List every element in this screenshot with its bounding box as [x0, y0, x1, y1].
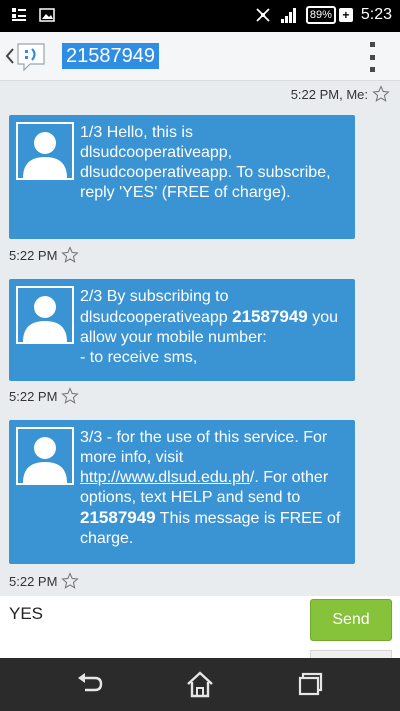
back-icon[interactable]	[75, 670, 105, 698]
notification-icon	[10, 6, 28, 24]
outgoing-meta: 5:22 PM, Me:	[291, 85, 390, 103]
message-time: 5:22 PM	[9, 388, 58, 404]
message-input[interactable]: YES	[9, 604, 43, 624]
message-meta: 5:22 PM	[9, 387, 80, 405]
phone-number[interactable]: 21587949	[232, 307, 308, 326]
battery-icon: 89% +	[305, 6, 353, 24]
status-bar: 89% + 5:23	[0, 0, 400, 32]
star-icon[interactable]	[61, 246, 80, 264]
star-icon[interactable]	[372, 85, 390, 103]
message-link[interactable]: http://www.dlsud.edu.ph	[80, 469, 250, 486]
star-icon[interactable]	[61, 572, 80, 590]
image-icon	[38, 6, 56, 24]
messaging-app-icon[interactable]	[12, 40, 48, 72]
message-text-part: 3/3 - for the use of this service. For m…	[80, 429, 328, 466]
outgoing-meta-text: 5:22 PM, Me:	[290, 86, 368, 102]
phone-number[interactable]: 21587949	[80, 508, 156, 527]
send-button[interactable]: Send	[310, 599, 392, 641]
recent-apps-icon[interactable]	[297, 670, 327, 698]
message-list[interactable]: 5:22 PM, Me: 1/3 Hello, this is dlsudcoo…	[0, 81, 400, 596]
message-text-part: 2/3 By subscribing to dlsudcooperativeap…	[80, 288, 233, 326]
navigation-bar	[0, 658, 400, 711]
compose-area: YES Send	[0, 596, 400, 659]
message-time: 5:22 PM	[9, 247, 58, 263]
contact-silhouette-icon	[23, 437, 67, 483]
message-text: 3/3 - for the use of this service. For m…	[80, 428, 345, 549]
contact-silhouette-icon	[23, 296, 67, 342]
avatar	[16, 286, 74, 344]
star-icon[interactable]	[61, 387, 80, 405]
message-text: 1/3 Hello, this is dlsudcooperativeapp, …	[80, 124, 331, 201]
message-bubble[interactable]: 3/3 - for the use of this service. For m…	[9, 420, 355, 564]
contact-silhouette-icon	[23, 132, 67, 178]
message-meta: 5:22 PM	[9, 572, 80, 590]
avatar	[16, 122, 74, 180]
status-time: 5:23	[360, 6, 392, 23]
message-bubble[interactable]: 2/3 By subscribing to dlsudcooperativeap…	[9, 279, 355, 381]
message-meta: 5:22 PM	[9, 246, 80, 264]
battery-percent: 89%	[305, 6, 336, 24]
message-text: 2/3 By subscribing to dlsudcooperativeap…	[80, 287, 345, 368]
avatar	[16, 427, 74, 485]
message-bubble[interactable]: 1/3 Hello, this is dlsudcooperativeapp, …	[9, 115, 355, 239]
message-time: 5:22 PM	[9, 573, 58, 589]
silent-icon	[254, 6, 272, 24]
signal-icon	[280, 6, 298, 24]
conversation-title: 21587949	[62, 43, 159, 69]
charging-icon: +	[338, 8, 353, 22]
home-icon[interactable]	[185, 670, 215, 698]
message-text-part: - to receive sms,	[80, 349, 198, 366]
action-bar: 21587949	[0, 32, 400, 81]
overflow-menu-icon[interactable]	[368, 42, 376, 72]
